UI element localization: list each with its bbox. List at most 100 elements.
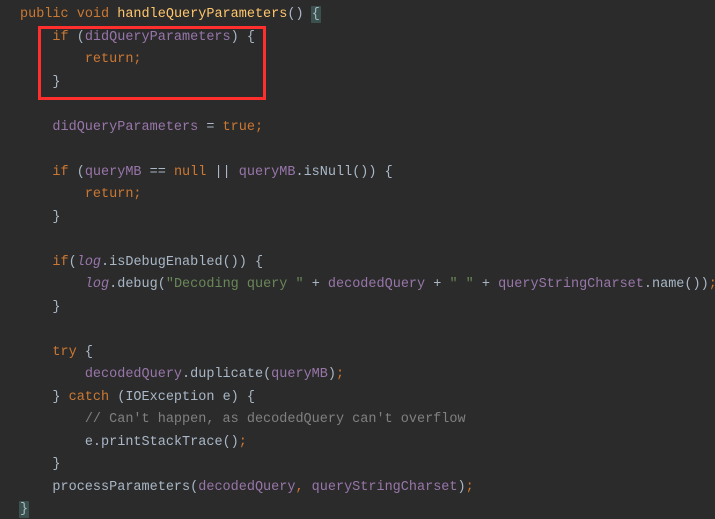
var-ref: e — [85, 435, 93, 450]
paren-open: ( — [69, 30, 85, 45]
static-field-ref: log — [77, 255, 101, 270]
keyword-if: if — [52, 165, 68, 180]
semicolon: ; — [336, 367, 344, 382]
paren-open: ( — [109, 390, 125, 405]
method-call: isNull — [304, 165, 353, 180]
blank-line[interactable] — [20, 229, 715, 252]
code-line[interactable]: } — [20, 454, 715, 477]
field-ref: queryMB — [271, 367, 328, 382]
exception-type: IOException — [125, 390, 214, 405]
code-line[interactable]: } catch (IOException e) { — [20, 387, 715, 410]
op-plus: + — [425, 277, 449, 292]
method-call: processParameters — [52, 480, 190, 495]
code-line[interactable]: public void handleQueryParameters() { — [20, 4, 715, 27]
op-eq: == — [142, 165, 174, 180]
dot: . — [182, 367, 190, 382]
code-line[interactable]: } — [20, 499, 715, 519]
code-line[interactable]: return; — [20, 184, 715, 207]
code-line[interactable]: try { — [20, 342, 715, 365]
space — [214, 390, 222, 405]
paren-close: ) — [458, 480, 466, 495]
paren-open: ( — [69, 165, 85, 180]
semicolon: ; — [133, 52, 141, 67]
keyword-catch: catch — [69, 390, 110, 405]
code-line[interactable]: } — [20, 207, 715, 230]
keyword-if: if — [52, 30, 68, 45]
op-plus: + — [474, 277, 498, 292]
paren-close-brace: ) { — [231, 30, 255, 45]
method-call: isDebugEnabled — [109, 255, 222, 270]
brace-close: } — [52, 300, 60, 315]
paren-close-brace: ) { — [239, 255, 263, 270]
blank-line[interactable] — [20, 139, 715, 162]
field-ref: didQueryParameters — [85, 30, 231, 45]
paren-close: ) — [701, 277, 709, 292]
field-ref: decodedQuery — [198, 480, 295, 495]
semicolon: ; — [466, 480, 474, 495]
code-line[interactable]: if (queryMB == null || queryMB.isNull())… — [20, 162, 715, 185]
keyword-public: public — [20, 7, 69, 22]
method-call: duplicate — [190, 367, 263, 382]
paren-close-brace: ) { — [231, 390, 255, 405]
method-name: handleQueryParameters — [117, 7, 287, 22]
keyword-return: return — [85, 52, 134, 67]
field-ref: queryMB — [85, 165, 142, 180]
dot: . — [644, 277, 652, 292]
blank-line[interactable] — [20, 319, 715, 342]
field-ref: didQueryParameters — [52, 120, 198, 135]
paren-open: ( — [69, 255, 77, 270]
brace-close: } — [20, 502, 28, 517]
comma: , — [295, 480, 311, 495]
parens: () — [223, 435, 239, 450]
code-line[interactable]: didQueryParameters = true; — [20, 117, 715, 140]
code-line[interactable]: log.debug("Decoding query " + decodedQue… — [20, 274, 715, 297]
string-literal: "Decoding query " — [166, 277, 304, 292]
field-ref: queryStringCharset — [312, 480, 458, 495]
comment: // Can't happen, as decodedQuery can't o… — [85, 412, 466, 427]
method-call: name — [652, 277, 684, 292]
parens: () — [287, 7, 303, 22]
dot: . — [101, 255, 109, 270]
brace-close: } — [52, 390, 68, 405]
keyword-null: null — [174, 165, 206, 180]
code-line[interactable]: } — [20, 297, 715, 320]
field-ref: queryStringCharset — [498, 277, 644, 292]
code-line[interactable]: processParameters(decodedQuery, queryStr… — [20, 477, 715, 500]
string-literal: " " — [449, 277, 473, 292]
code-line[interactable]: decodedQuery.duplicate(queryMB); — [20, 364, 715, 387]
brace-close: } — [52, 75, 60, 90]
code-editor[interactable]: public void handleQueryParameters() { if… — [0, 0, 715, 519]
brace-close: } — [52, 210, 60, 225]
op-plus: + — [304, 277, 328, 292]
method-call: printStackTrace — [101, 435, 223, 450]
parens: () — [352, 165, 368, 180]
exception-var: e — [223, 390, 231, 405]
eq: = — [198, 120, 222, 135]
brace-close: } — [52, 457, 60, 472]
parens: () — [223, 255, 239, 270]
brace-open: { — [304, 7, 320, 22]
paren-close: ) — [328, 367, 336, 382]
semicolon: ; — [239, 435, 247, 450]
parens: () — [684, 277, 700, 292]
field-ref: decodedQuery — [85, 367, 182, 382]
dot: . — [295, 165, 303, 180]
blank-line[interactable] — [20, 94, 715, 117]
code-line[interactable]: } — [20, 72, 715, 95]
paren-open: ( — [263, 367, 271, 382]
code-line[interactable]: e.printStackTrace(); — [20, 432, 715, 455]
code-line[interactable]: if(log.isDebugEnabled()) { — [20, 252, 715, 275]
keyword-if: if — [52, 255, 68, 270]
paren-open: ( — [158, 277, 166, 292]
static-field-ref: log — [85, 277, 109, 292]
field-ref: queryMB — [239, 165, 296, 180]
keyword-try: try — [52, 345, 76, 360]
semicolon: ; — [709, 277, 715, 292]
semicolon: ; — [255, 120, 263, 135]
code-line[interactable]: return; — [20, 49, 715, 72]
code-line[interactable]: // Can't happen, as decodedQuery can't o… — [20, 409, 715, 432]
keyword-return: return — [85, 187, 134, 202]
code-line[interactable]: if (didQueryParameters) { — [20, 27, 715, 50]
brace-open: { — [77, 345, 93, 360]
keyword-void: void — [77, 7, 109, 22]
